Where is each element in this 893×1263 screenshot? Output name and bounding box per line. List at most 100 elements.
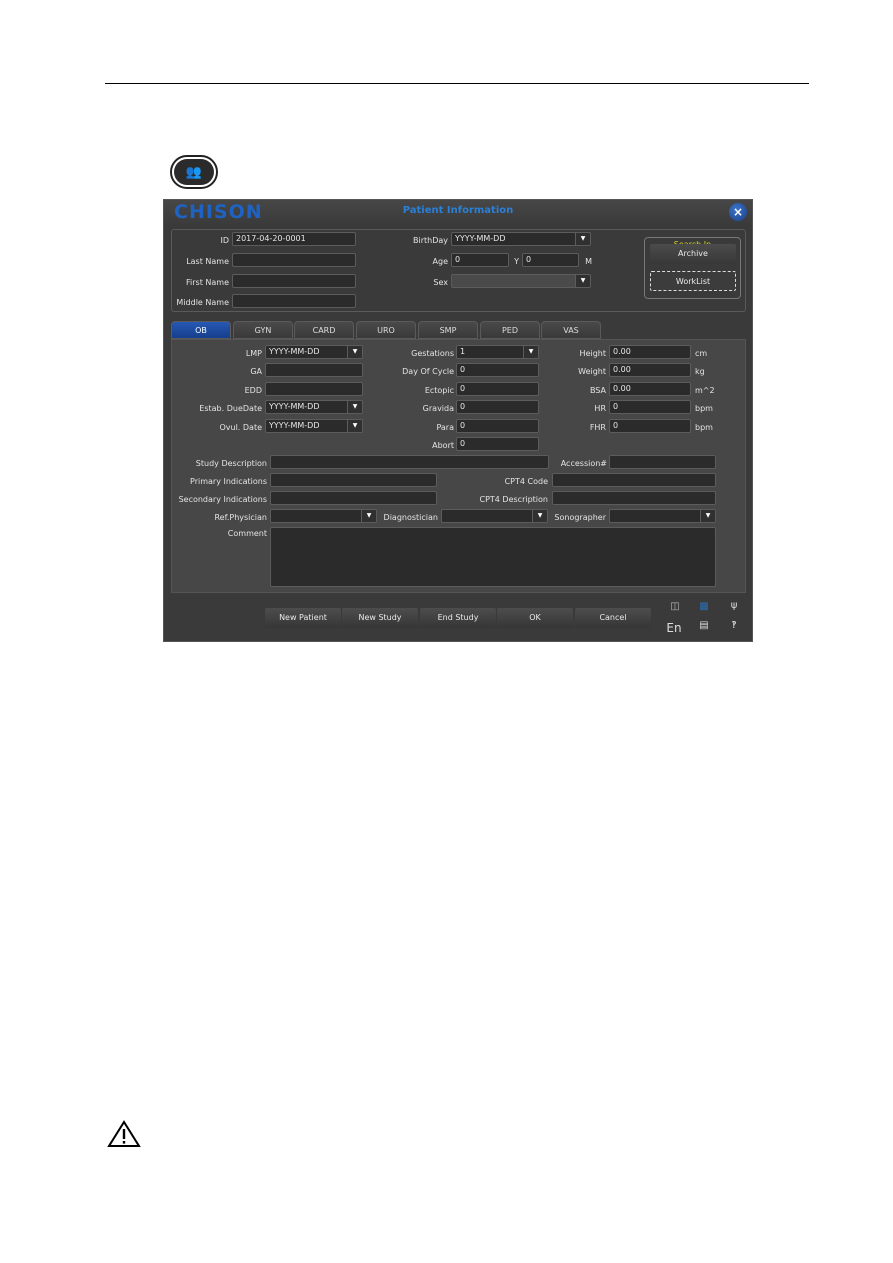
ref-physician-label: Ref.Physician: [214, 513, 267, 522]
tab-vas[interactable]: VAS: [541, 321, 601, 339]
age-label: Age: [432, 257, 448, 266]
diagnostician-label: Diagnostician: [383, 513, 438, 522]
ga-field[interactable]: [265, 363, 363, 377]
patient-key-icon: 👥: [170, 155, 218, 189]
abort-field[interactable]: 0: [456, 437, 539, 451]
estab-duedate-combo[interactable]: YYYY-MM-DD ▼: [265, 400, 363, 414]
tab-gyn[interactable]: GYN: [233, 321, 293, 339]
network-icon: ▩: [699, 601, 709, 612]
height-unit: cm: [695, 349, 708, 358]
accession-field[interactable]: [609, 455, 716, 469]
ectopic-field[interactable]: 0: [456, 382, 539, 396]
chevron-down-icon[interactable]: ▼: [575, 275, 590, 287]
search-in-group: Search In Archive WorkList: [644, 237, 741, 299]
sonographer-combo[interactable]: ▼: [609, 509, 716, 523]
database-icon: ◫: [670, 601, 680, 612]
page-header-rule: [105, 83, 809, 84]
worklist-button[interactable]: WorkList: [650, 271, 736, 291]
chevron-down-icon[interactable]: ▼: [523, 346, 538, 358]
two-persons-icon: 👥: [174, 159, 214, 185]
height-field[interactable]: 0.00: [609, 345, 691, 359]
weight-field[interactable]: 0.00: [609, 363, 691, 377]
id-field[interactable]: 2017-04-20-0001: [232, 232, 356, 246]
chevron-down-icon[interactable]: ▼: [347, 346, 362, 358]
sex-combo[interactable]: ▼: [451, 274, 591, 288]
gestations-combo[interactable]: 1 ▼: [456, 345, 539, 359]
secondary-indications-field[interactable]: [270, 491, 437, 505]
first-name-label: First Name: [186, 278, 229, 287]
age-years-unit: Y: [514, 257, 519, 266]
birthday-combo[interactable]: YYYY-MM-DD ▼: [451, 232, 591, 246]
birthday-value: YYYY-MM-DD: [455, 234, 506, 243]
comment-label: Comment: [227, 529, 267, 538]
middle-name-field[interactable]: [232, 294, 356, 308]
estab-duedate-value: YYYY-MM-DD: [269, 402, 320, 411]
archive-button[interactable]: Archive: [650, 244, 736, 264]
cpt4-code-label: CPT4 Code: [504, 477, 548, 486]
ga-label: GA: [250, 367, 262, 376]
hr-unit: bpm: [695, 404, 713, 413]
hr-label: HR: [594, 404, 606, 413]
edd-label: EDD: [244, 386, 262, 395]
study-description-label: Study Description: [195, 459, 267, 468]
para-field[interactable]: 0: [456, 419, 539, 433]
study-description-field[interactable]: [270, 455, 549, 469]
probe-icon: ‽: [731, 620, 737, 631]
patient-information-dialog: CHISON Patient Information × ID 2017-04-…: [163, 199, 753, 642]
tab-ped[interactable]: PED: [480, 321, 540, 339]
primary-indications-label: Primary Indications: [190, 477, 267, 486]
chevron-down-icon[interactable]: ▼: [347, 401, 362, 413]
lmp-combo[interactable]: YYYY-MM-DD ▼: [265, 345, 363, 359]
day-of-cycle-field[interactable]: 0: [456, 363, 539, 377]
dialog-button-bar: New Patient New Study End Study OK Cance…: [164, 600, 752, 642]
new-study-button[interactable]: New Study: [342, 608, 418, 628]
ok-button[interactable]: OK: [497, 608, 573, 628]
chevron-down-icon[interactable]: ▼: [361, 510, 376, 522]
language-indicator: En: [666, 621, 682, 635]
fhr-field[interactable]: 0: [609, 419, 691, 433]
cpt4-code-field[interactable]: [552, 473, 716, 487]
tab-uro[interactable]: URO: [356, 321, 416, 339]
tab-card[interactable]: CARD: [294, 321, 354, 339]
comment-textarea[interactable]: [270, 527, 716, 587]
tab-ob[interactable]: OB: [171, 321, 231, 339]
edd-field[interactable]: [265, 382, 363, 396]
tab-smp[interactable]: SMP: [418, 321, 478, 339]
diagnostician-combo[interactable]: ▼: [441, 509, 548, 523]
abort-label: Abort: [432, 441, 454, 450]
ectopic-label: Ectopic: [424, 386, 454, 395]
gravida-field[interactable]: 0: [456, 400, 539, 414]
gestations-value: 1: [460, 347, 466, 356]
new-patient-button[interactable]: New Patient: [265, 608, 341, 628]
last-name-field[interactable]: [232, 253, 356, 267]
age-months-field[interactable]: 0: [522, 253, 579, 267]
ovul-date-value: YYYY-MM-DD: [269, 421, 320, 430]
cancel-button[interactable]: Cancel: [575, 608, 651, 628]
hr-field[interactable]: 0: [609, 400, 691, 414]
middle-name-label: Middle Name: [176, 298, 229, 307]
primary-indications-field[interactable]: [270, 473, 437, 487]
bsa-field[interactable]: 0.00: [609, 382, 691, 396]
secondary-indications-label: Secondary Indications: [178, 495, 267, 504]
usb-icon: ψ: [730, 600, 738, 611]
chevron-down-icon[interactable]: ▼: [532, 510, 547, 522]
age-years-field[interactable]: 0: [451, 253, 509, 267]
fhr-unit: bpm: [695, 423, 713, 432]
ref-physician-combo[interactable]: ▼: [270, 509, 377, 523]
chevron-down-icon[interactable]: ▼: [575, 233, 590, 245]
warning-triangle-icon: [107, 1120, 141, 1147]
close-icon[interactable]: ×: [729, 203, 747, 221]
fhr-label: FHR: [589, 423, 606, 432]
bsa-unit: m^2: [695, 386, 715, 395]
sex-label: Sex: [433, 278, 448, 287]
lmp-label: LMP: [245, 349, 262, 358]
cpt4-description-label: CPT4 Description: [479, 495, 549, 504]
first-name-field[interactable]: [232, 274, 356, 288]
ovul-date-combo[interactable]: YYYY-MM-DD ▼: [265, 419, 363, 433]
weight-label: Weight: [578, 367, 606, 376]
weight-unit: kg: [695, 367, 705, 376]
end-study-button[interactable]: End Study: [420, 608, 496, 628]
chevron-down-icon[interactable]: ▼: [347, 420, 362, 432]
chevron-down-icon[interactable]: ▼: [700, 510, 715, 522]
cpt4-description-field[interactable]: [552, 491, 716, 505]
